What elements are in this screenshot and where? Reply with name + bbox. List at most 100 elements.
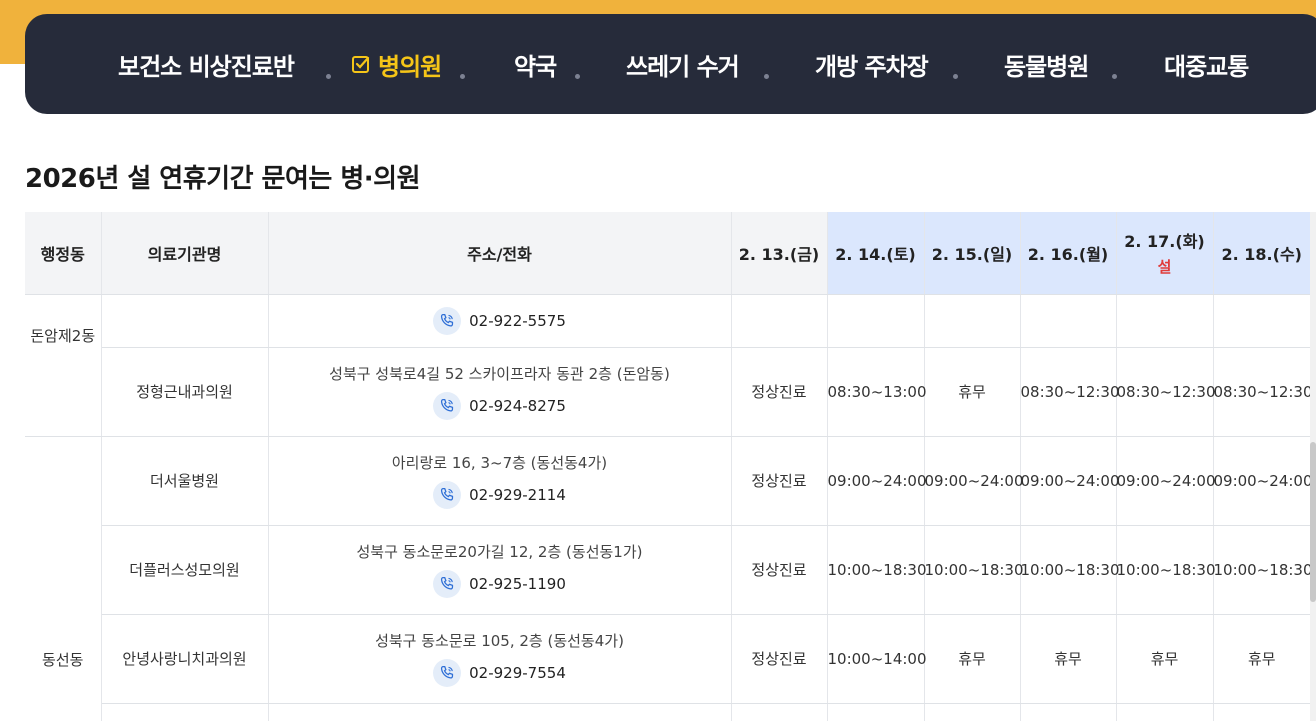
holiday-label: 설 (1157, 258, 1172, 277)
address-text: 성북구 동소문로 105, 2층 (동선동4가) (375, 632, 624, 650)
cell-name: 정형근내과의원 (101, 347, 269, 437)
scrollbar-thumb[interactable] (1310, 442, 1316, 602)
nav-separator-dot (764, 74, 769, 79)
cell-name (101, 703, 269, 721)
header-dong: 행정동 (25, 212, 102, 295)
cell-d13: 정상진료 (731, 436, 828, 526)
nav-item-transit[interactable]: 대중교통 (1164, 14, 1249, 114)
phone-link[interactable]: 02-922-5575 (433, 306, 566, 335)
table-row: 돈암제2동 02-922-5575 (25, 294, 1310, 437)
cell-address: 02-922-5575 (268, 294, 732, 348)
cell-d16: 09:00~24:00 (1020, 436, 1120, 526)
nav-item-garbage[interactable]: 쓰레기 수거 (626, 14, 740, 114)
cell-d18: 휴무 (1213, 614, 1310, 704)
nav-separator-dot (460, 74, 465, 79)
cell-d16 (1020, 294, 1117, 348)
table-header-row: 행정동 의료기관명 주소/전화 2. 13.(금) 2. 14.(토) 2. 1… (25, 212, 1310, 295)
nav-separator-dot (953, 74, 958, 79)
cell-name: 더플러스성모의원 (101, 525, 269, 615)
cell-d13 (731, 703, 828, 721)
cell-dong: 동선동 (25, 436, 102, 721)
nav-item-parking[interactable]: 개방 주차장 (815, 14, 929, 114)
cell-d14 (827, 294, 925, 348)
cell-address: 성북구 동소문로20가길 12, 2층 (동선동1가) 02-925-1190 (268, 525, 732, 615)
cell-address: 성북구 동소문로 105, 2층 (동선동4가) 02-929-7554 (268, 614, 732, 704)
cell-d18: 09:00~24:00 (1213, 436, 1313, 526)
header-date-14: 2. 14.(토) (827, 212, 925, 295)
table-row (25, 703, 1310, 721)
phone-icon (433, 659, 462, 687)
address-text: 성북구 성북로4길 52 스카이프라자 동관 2층 (돈암동) (329, 365, 670, 383)
cell-d13: 정상진료 (731, 614, 828, 704)
nav-separator-dot (326, 74, 331, 79)
cell-d14: 08:30~13:00 (827, 347, 927, 437)
nav-item-health-center[interactable]: 보건소 비상진료반 (118, 14, 295, 114)
phone-icon (433, 481, 462, 509)
cell-d13: 정상진료 (731, 525, 828, 615)
phone-icon (433, 392, 462, 420)
hospital-schedule-table: 행정동 의료기관명 주소/전화 2. 13.(금) 2. 14.(토) 2. 1… (25, 212, 1313, 721)
nav-separator-dot (575, 74, 580, 79)
cell-d18: 10:00~18:30 (1213, 525, 1313, 615)
cell-d16: 휴무 (1020, 614, 1117, 704)
table-row: 더플러스성모의원 성북구 동소문로20가길 12, 2층 (동선동1가) 02-… (25, 525, 1313, 615)
header-address: 주소/전화 (268, 212, 732, 295)
nav-separator-dot (1112, 74, 1117, 79)
cell-d15: 휴무 (924, 347, 1021, 437)
phone-icon (433, 570, 462, 598)
cell-name: 안녕사랑니치과의원 (101, 614, 269, 704)
table-scrollbar[interactable] (1310, 212, 1316, 721)
cell-d15 (924, 294, 1021, 348)
hospital-table-container[interactable]: 행정동 의료기관명 주소/전화 2. 13.(금) 2. 14.(토) 2. 1… (25, 212, 1316, 721)
checkbox-checked-icon (352, 56, 370, 73)
phone-link[interactable]: 02-925-1190 (433, 570, 566, 598)
header-date-17: 2. 17.(화) 설 (1116, 212, 1214, 295)
header-date-15: 2. 15.(일) (924, 212, 1021, 295)
address-text: 아리랑로 16, 3~7층 (동선동4가) (391, 454, 608, 472)
page-title: 2026년 설 연휴기간 문여는 병·의원 (25, 164, 421, 194)
phone-link[interactable]: 02-924-8275 (433, 392, 566, 420)
cell-address (268, 703, 732, 721)
cell-address: 성북구 성북로4길 52 스카이프라자 동관 2층 (돈암동) 02-924-8… (268, 347, 732, 437)
cell-d14: 09:00~24:00 (827, 436, 927, 526)
cell-d18 (1213, 294, 1310, 348)
header-date-16: 2. 16.(월) (1020, 212, 1117, 295)
cell-dong: 돈암제2동 (25, 294, 102, 437)
cell-address: 아리랑로 16, 3~7층 (동선동4가) 02-929-2114 (268, 436, 732, 526)
cell-d17 (1116, 294, 1214, 348)
cell-d17: 08:30~12:30 (1116, 347, 1216, 437)
cell-d14: 10:00~14:00 (827, 614, 927, 704)
cell-name: 더서울병원 (101, 436, 269, 526)
category-nav: 보건소 비상진료반 병의원 약국 쓰레기 수거 개방 주차장 동물병원 대중교통 (25, 14, 1316, 114)
cell-d15 (924, 703, 1021, 721)
header-date-18: 2. 18.(수) (1213, 212, 1310, 295)
cell-d17 (1116, 703, 1214, 721)
cell-d13: 정상진료 (731, 347, 828, 437)
cell-d15: 09:00~24:00 (924, 436, 1024, 526)
cell-d16 (1020, 703, 1117, 721)
table-row: 안녕사랑니치과의원 성북구 동소문로 105, 2층 (동선동4가) 02-92… (25, 614, 1310, 704)
nav-item-animal-hospital[interactable]: 동물병원 (1004, 14, 1089, 114)
cell-d18 (1213, 703, 1310, 721)
cell-d18: 08:30~12:30 (1213, 347, 1313, 437)
cell-d17: 10:00~18:30 (1116, 525, 1216, 615)
phone-icon (433, 306, 462, 335)
cell-d14: 10:00~18:30 (827, 525, 927, 615)
cell-d15: 10:00~18:30 (924, 525, 1024, 615)
table-row: 동선동 더서울병원 아리랑로 16, 3~7층 (동선동4가) 02-929-2… (25, 436, 1313, 721)
cell-d13 (731, 294, 828, 348)
table-row: 정형근내과의원 성북구 성북로4길 52 스카이프라자 동관 2층 (돈암동) … (25, 347, 1313, 437)
address-text: 성북구 동소문로20가길 12, 2층 (동선동1가) (356, 543, 643, 561)
header-name: 의료기관명 (101, 212, 269, 295)
phone-link[interactable]: 02-929-7554 (433, 659, 566, 687)
cell-d16: 08:30~12:30 (1020, 347, 1120, 437)
cell-d16: 10:00~18:30 (1020, 525, 1120, 615)
cell-d15: 휴무 (924, 614, 1021, 704)
phone-link[interactable]: 02-929-2114 (433, 481, 566, 509)
nav-item-pharmacy[interactable]: 약국 (514, 14, 557, 114)
cell-d17: 09:00~24:00 (1116, 436, 1216, 526)
cell-name (101, 294, 269, 348)
header-date-13: 2. 13.(금) (731, 212, 828, 295)
cell-d14 (827, 703, 925, 721)
nav-item-hospital[interactable]: 병의원 (351, 14, 442, 114)
